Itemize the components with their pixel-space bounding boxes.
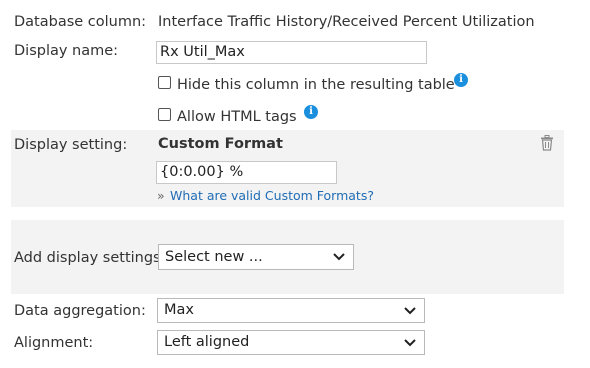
hide-column-checkbox[interactable] bbox=[158, 76, 171, 89]
display-setting-label: Display setting: bbox=[14, 137, 128, 153]
custom-format-title: Custom Format bbox=[158, 136, 283, 152]
chevron-down-icon bbox=[404, 299, 416, 330]
alignment-label: Alignment: bbox=[14, 335, 94, 351]
database-column-label: Database column: bbox=[14, 14, 147, 30]
alignment-value: Left aligned bbox=[164, 334, 250, 350]
help-bullet: » bbox=[157, 188, 165, 203]
alignment-select[interactable]: Left aligned bbox=[157, 330, 425, 355]
custom-format-input[interactable]: {0:0.00} % bbox=[156, 161, 337, 184]
display-name-input[interactable]: Rx Util_Max bbox=[156, 41, 427, 64]
hide-column-label: Hide this column in the resulting table bbox=[177, 77, 455, 93]
add-display-settings-select[interactable]: Select new ... bbox=[158, 244, 354, 270]
add-display-settings-label: Add display settings: bbox=[14, 250, 166, 266]
info-icon[interactable]: i bbox=[454, 73, 468, 87]
data-aggregation-value: Max bbox=[164, 302, 194, 318]
chevron-down-icon bbox=[404, 331, 416, 362]
allow-html-checkbox[interactable] bbox=[158, 108, 171, 121]
chevron-down-icon bbox=[333, 245, 345, 277]
allow-html-label: Allow HTML tags bbox=[177, 109, 297, 125]
display-name-label: Display name: bbox=[14, 43, 119, 59]
trash-icon[interactable] bbox=[540, 135, 554, 155]
info-icon[interactable]: i bbox=[304, 105, 318, 119]
custom-formats-help-link[interactable]: What are valid Custom Formats? bbox=[170, 188, 374, 203]
add-display-settings-value: Select new ... bbox=[165, 249, 263, 265]
data-aggregation-select[interactable]: Max bbox=[157, 298, 425, 323]
database-column-value: Interface Traffic History/Received Perce… bbox=[158, 14, 535, 30]
data-aggregation-label: Data aggregation: bbox=[14, 303, 146, 319]
